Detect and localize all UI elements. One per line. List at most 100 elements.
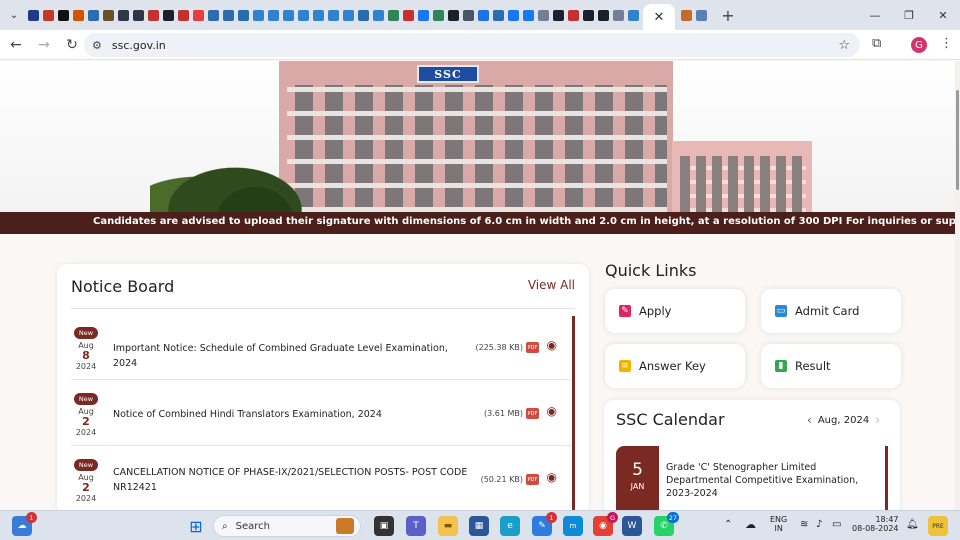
answer-key-button[interactable]: ≡ Answer Key — [605, 344, 745, 388]
bookmark-star-icon[interactable]: ☆ — [838, 38, 850, 53]
tab-favicon[interactable] — [681, 9, 692, 21]
tab-favicon[interactable] — [28, 9, 39, 21]
tab-favicon[interactable] — [598, 9, 609, 21]
tab-favicon[interactable] — [283, 9, 294, 21]
tab-favicon[interactable] — [58, 9, 69, 21]
active-tab[interactable]: ✕ — [643, 4, 675, 30]
notice-link[interactable]: Important Notice: Schedule of Combined G… — [113, 341, 473, 371]
tab-favicon[interactable] — [223, 9, 234, 21]
browser-menu-icon[interactable]: ⋮ — [940, 36, 953, 51]
close-window-icon[interactable]: ✕ — [926, 0, 960, 30]
tab-favicon[interactable] — [493, 9, 504, 21]
page-scrollbar-thumb[interactable] — [956, 90, 959, 190]
tab-favicon[interactable] — [613, 9, 624, 21]
notification-bell-icon[interactable]: 🔔︎ — [906, 519, 919, 530]
onedrive-icon[interactable]: ☁ — [745, 518, 756, 531]
tab-favicon[interactable] — [253, 9, 264, 21]
notice-item[interactable]: New Aug 2 2024 Notice of Combined Hindi … — [71, 382, 571, 446]
chrome-icon[interactable]: ◉ G — [593, 512, 618, 536]
tab-favicon[interactable] — [193, 9, 204, 21]
tab-favicon[interactable] — [103, 9, 114, 21]
tab-favicon[interactable] — [696, 9, 707, 21]
teams-icon[interactable]: T — [406, 516, 426, 536]
tab-favicon[interactable] — [433, 9, 444, 21]
wifi-icon[interactable]: ≋ — [800, 519, 808, 530]
language-indicator[interactable]: ENG IN — [770, 515, 787, 533]
tab-favicon[interactable] — [313, 9, 324, 21]
taskbar-search[interactable]: ⌕ Search — [213, 515, 361, 537]
tab-favicon[interactable] — [388, 9, 399, 21]
whatsapp-icon[interactable]: ✆ 27 — [654, 512, 679, 536]
task-view-icon[interactable]: ▣ — [374, 516, 394, 536]
copilot-pre-icon[interactable]: PRE — [928, 516, 948, 536]
pdf-icon[interactable]: PDF — [526, 408, 539, 419]
tab-favicon[interactable] — [523, 9, 534, 21]
notice-link[interactable]: Notice of Combined Hindi Translators Exa… — [113, 407, 473, 422]
notice-item[interactable]: New Aug 8 2024 Important Notice: Schedul… — [71, 316, 571, 380]
clock[interactable]: 18:47 08-08-2024 — [852, 515, 899, 533]
tab-favicon[interactable] — [118, 9, 129, 21]
tab-favicon[interactable] — [238, 9, 249, 21]
address-bar[interactable]: ⚙ ssc.gov.in ☆ — [84, 33, 860, 57]
profile-avatar[interactable]: G — [911, 37, 927, 53]
tab-favicon[interactable] — [343, 9, 354, 21]
tab-favicon[interactable] — [463, 9, 474, 21]
edge-icon[interactable]: e — [500, 516, 520, 536]
pdf-icon[interactable]: PDF — [526, 474, 539, 485]
apply-button[interactable]: ✎ Apply — [605, 289, 745, 333]
start-windows-icon[interactable]: ⊞ — [186, 516, 206, 536]
calendar-event[interactable]: 5 JAN Grade 'C' Stenographer Limited Dep… — [616, 446, 888, 515]
notice-item[interactable]: New Aug 2 2024 CANCELLATION NOTICE OF PH… — [71, 448, 571, 512]
tab-favicon[interactable] — [538, 9, 549, 21]
tab-favicon[interactable] — [478, 9, 489, 21]
notice-link[interactable]: CANCELLATION NOTICE OF PHASE-IX/2021/SEL… — [113, 465, 473, 495]
battery-icon[interactable]: ▭ — [832, 519, 841, 530]
result-button[interactable]: ▮ Result — [761, 344, 901, 388]
close-tab-icon[interactable]: ✕ — [654, 10, 665, 25]
url-text[interactable]: ssc.gov.in — [112, 39, 166, 52]
extensions-icon[interactable]: ⧉ — [872, 36, 881, 51]
tab-favicon[interactable] — [373, 9, 384, 21]
tab-search-chevron-icon[interactable]: ⌄ — [4, 5, 24, 25]
view-all-link[interactable]: View All — [528, 278, 575, 292]
tab-favicon[interactable] — [43, 9, 54, 21]
tab-favicon[interactable] — [208, 9, 219, 21]
tab-favicon[interactable] — [178, 9, 189, 21]
tab-favicon[interactable] — [418, 9, 429, 21]
app-icon[interactable]: ✎ 1 — [532, 512, 557, 536]
tab-favicon[interactable] — [148, 9, 159, 21]
tab-favicon[interactable] — [628, 9, 639, 21]
volume-icon[interactable]: ♪ — [816, 519, 822, 530]
tab-favicon[interactable] — [268, 9, 279, 21]
reload-icon[interactable]: ↻ — [58, 31, 86, 59]
tab-favicon[interactable] — [133, 9, 144, 21]
tab-favicon[interactable] — [163, 9, 174, 21]
site-info-icon[interactable]: ⚙ — [92, 39, 102, 52]
tab-favicon[interactable] — [508, 9, 519, 21]
back-icon[interactable]: ← — [2, 31, 30, 59]
view-eye-icon[interactable]: ◉ — [547, 338, 557, 352]
restore-icon[interactable]: ❐ — [892, 0, 926, 30]
tab-favicon[interactable] — [298, 9, 309, 21]
tab-favicon[interactable] — [583, 9, 594, 21]
next-month-icon[interactable]: › — [875, 413, 880, 427]
tab-favicon[interactable] — [88, 9, 99, 21]
tab-favicon[interactable] — [568, 9, 579, 21]
view-eye-icon[interactable]: ◉ — [547, 404, 557, 418]
notice-scrollbar[interactable] — [572, 316, 575, 514]
store-icon[interactable]: ▦ — [469, 516, 489, 536]
tab-favicon[interactable] — [553, 9, 564, 21]
file-explorer-icon[interactable]: ▬ — [438, 516, 458, 536]
view-eye-icon[interactable]: ◉ — [547, 470, 557, 484]
tray-overflow-icon[interactable]: ⌃ — [724, 519, 732, 530]
tab-favicon[interactable] — [403, 9, 414, 21]
pdf-icon[interactable]: PDF — [526, 342, 539, 353]
tab-favicon[interactable] — [358, 9, 369, 21]
word-icon[interactable]: W — [622, 516, 642, 536]
forward-icon[interactable]: → — [30, 31, 58, 59]
new-tab-button[interactable]: + — [717, 4, 739, 26]
minimize-icon[interactable]: — — [858, 0, 892, 30]
tab-favicon[interactable] — [448, 9, 459, 21]
tab-favicon[interactable] — [73, 9, 84, 21]
admit-card-button[interactable]: ▭ Admit Card — [761, 289, 901, 333]
